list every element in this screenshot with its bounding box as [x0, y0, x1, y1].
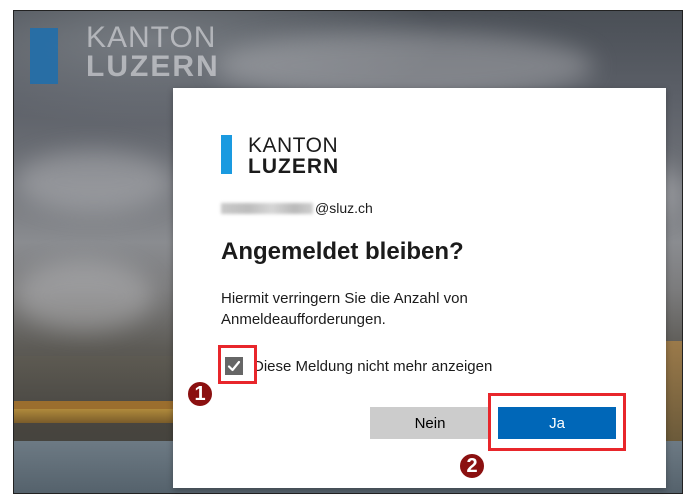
dialog-title: Angemeldet bleiben? — [221, 238, 464, 265]
checkmark-icon — [227, 360, 241, 372]
background-logo: KANTON LUZERN — [30, 23, 220, 87]
dont-show-again-label[interactable]: Diese Meldung nicht mehr anzeigen — [253, 358, 492, 375]
no-button[interactable]: Nein — [370, 407, 490, 439]
logo-bar — [221, 135, 232, 174]
chapel-bridge — [14, 409, 174, 423]
background-logo-line2: LUZERN — [86, 50, 220, 83]
logo-line1: KANTON — [248, 134, 339, 157]
redacted-username — [221, 203, 313, 214]
city-skyline — [14, 356, 174, 406]
background-logo-bar — [30, 28, 58, 84]
step-marker-2: 2 — [458, 452, 486, 480]
dialog-description: Hiermit verringern Sie die Anzahl von An… — [221, 290, 468, 328]
step-marker-1: 1 — [186, 380, 214, 408]
logo-line2: LUZERN — [248, 155, 340, 178]
background-logo-line1: KANTON — [86, 21, 217, 54]
yes-button[interactable]: Ja — [498, 407, 616, 439]
account-email: @sluz.ch — [221, 200, 373, 216]
dialog-logo: KANTON LUZERN — [221, 135, 339, 177]
dont-show-again-checkbox[interactable] — [225, 357, 243, 375]
stay-signed-in-dialog: KANTON LUZERN @sluz.ch Angemeldet bleibe… — [173, 88, 666, 488]
dont-show-again-row[interactable]: Diese Meldung nicht mehr anzeigen — [225, 357, 492, 375]
email-domain: @sluz.ch — [315, 200, 373, 216]
